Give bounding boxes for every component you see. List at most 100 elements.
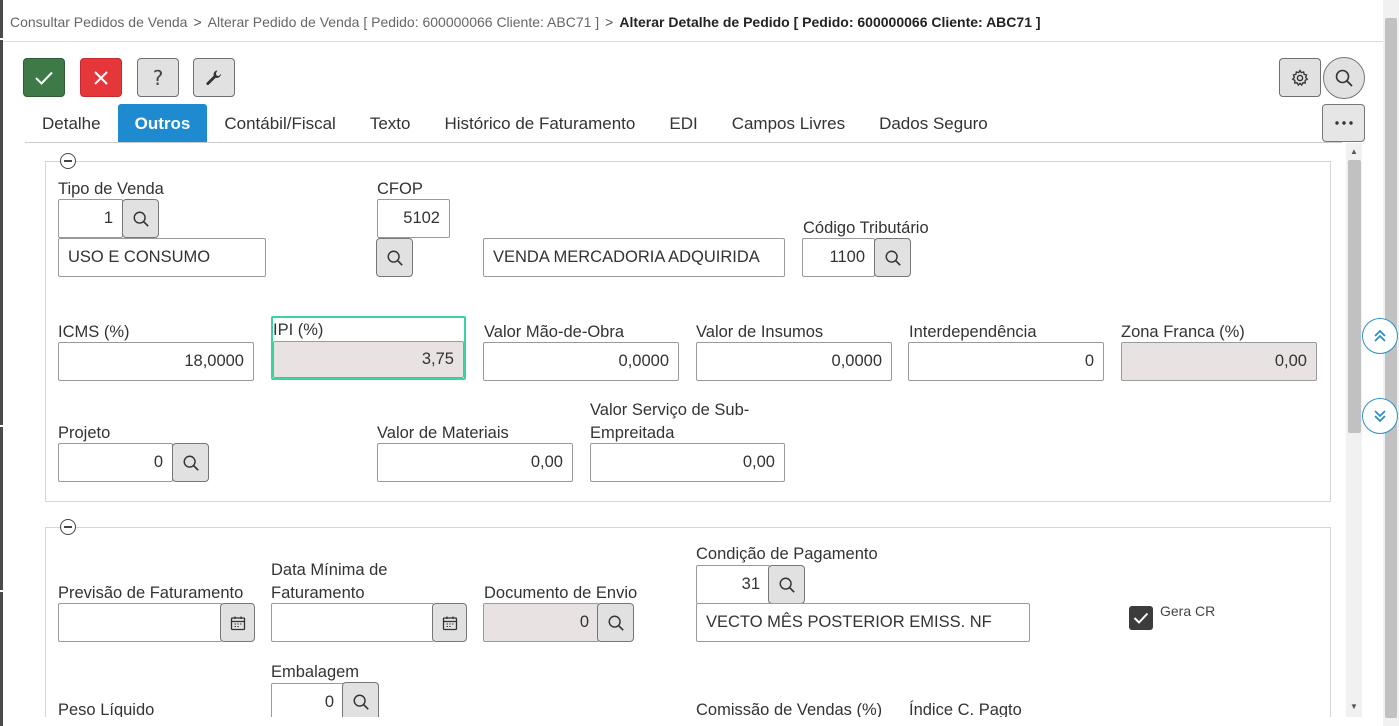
bottom-clip [3, 717, 1346, 726]
tipo-venda-description: USO E CONSUMO [58, 238, 266, 277]
valor-insumos-input[interactable]: 0,0000 [696, 342, 892, 381]
search-icon [182, 454, 200, 472]
search-icon [352, 693, 370, 711]
header-divider [3, 41, 1383, 42]
gera-cr-label: Gera CR [1160, 603, 1216, 619]
embalagem-search-button[interactable] [342, 682, 379, 721]
documento-envio-input: 0 [483, 603, 599, 642]
interdependencia-label: Interdependência [909, 323, 1037, 341]
scroll-up-icon[interactable]: ▲ [1346, 145, 1362, 159]
scroll-down-icon[interactable]: ▼ [1346, 700, 1362, 714]
ipi-input[interactable]: 3,75 [273, 341, 464, 378]
double-chevron-down-icon [1373, 409, 1387, 423]
tab-contabil-fiscal[interactable]: Contábil/Fiscal [207, 104, 353, 142]
collapse-section-icon[interactable] [60, 519, 76, 535]
tipo-venda-search-button[interactable] [122, 199, 159, 238]
condicao-pagamento-description: VECTO MÊS POSTERIOR EMISS. NF [696, 603, 1030, 642]
search-icon [132, 210, 150, 228]
condicao-pagamento-search-button[interactable] [768, 565, 805, 604]
tab-divider [25, 142, 1342, 143]
page-scrollbar-thumb[interactable] [1385, 18, 1397, 718]
gear-icon [1291, 68, 1309, 87]
tab-historico-faturamento[interactable]: Histórico de Faturamento [427, 104, 652, 142]
tipo-venda-input[interactable]: 1 [58, 199, 123, 238]
cfop-description: VENDA MERCADORIA ADQUIRIDA [483, 238, 785, 277]
help-button[interactable]: ? [137, 58, 179, 97]
cfop-search-button[interactable] [376, 238, 413, 277]
collapse-section-icon[interactable] [60, 153, 76, 169]
confirm-button[interactable] [23, 58, 65, 97]
double-chevron-up-icon [1373, 329, 1387, 343]
valor-insumos-label: Valor de Insumos [696, 323, 824, 341]
data-minima-input[interactable] [271, 603, 434, 642]
settings-button[interactable] [1279, 58, 1321, 97]
previsao-faturamento-label: Previsão de Faturamento [58, 584, 244, 602]
tab-dados-seguro[interactable]: Dados Seguro [862, 104, 1005, 142]
close-icon [94, 70, 108, 85]
valor-servico-label: Valor Serviço de Sub-Empreitada [590, 401, 750, 442]
interdependencia-input[interactable]: 0 [908, 342, 1104, 381]
codigo-tributario-search-button[interactable] [874, 238, 911, 277]
breadcrumb-current: Alterar Detalhe de Pedido [ Pedido: 6000… [619, 14, 1041, 30]
breadcrumb-separator: > [193, 14, 202, 30]
embalagem-label: Embalagem [271, 663, 360, 681]
tab-detalhe[interactable]: Detalhe [25, 104, 118, 142]
codigo-tributario-input[interactable]: 1100 [802, 238, 875, 277]
breadcrumb-separator: > [605, 14, 614, 30]
content-scrollbar-thumb[interactable] [1348, 160, 1361, 433]
valor-materiais-label: Valor de Materiais [377, 424, 509, 442]
zona-franca-input: 0,00 [1121, 342, 1317, 381]
search-icon [778, 576, 796, 594]
data-minima-date-button[interactable] [432, 603, 467, 642]
global-search-button[interactable] [1323, 57, 1365, 99]
breadcrumb-link-consultar[interactable]: Consultar Pedidos de Venda [10, 14, 187, 30]
icms-input[interactable]: 18,0000 [58, 342, 254, 381]
tab-campos-livres[interactable]: Campos Livres [715, 104, 862, 142]
documento-envio-label: Documento de Envio [484, 584, 638, 602]
check-icon [34, 70, 54, 86]
search-icon [386, 249, 404, 267]
valor-servico-input[interactable]: 0,00 [590, 443, 785, 482]
projeto-input[interactable]: 0 [58, 443, 173, 482]
tools-button[interactable] [193, 58, 235, 97]
scroll-to-bottom-button[interactable] [1362, 398, 1398, 434]
search-icon [884, 249, 902, 267]
projeto-label: Projeto [58, 424, 111, 442]
previsao-faturamento-date-button[interactable] [220, 603, 255, 642]
tab-bar: Detalhe Outros Contábil/Fiscal Texto His… [25, 104, 1005, 142]
valor-materiais-input[interactable]: 0,00 [377, 443, 573, 482]
check-icon [1133, 612, 1149, 624]
previsao-faturamento-input[interactable] [58, 603, 222, 642]
tab-outros[interactable]: Outros [117, 104, 208, 142]
condicao-pagamento-label: Condição de Pagamento [696, 545, 878, 563]
breadcrumb: Consultar Pedidos de Venda > Alterar Pedid… [10, 14, 1041, 30]
calendar-icon [442, 615, 458, 631]
valor-mao-obra-label: Valor Mão-de-Obra [484, 323, 625, 341]
tab-edi[interactable]: EDI [652, 104, 714, 142]
more-tabs-button[interactable] [1322, 104, 1365, 142]
wrench-icon [205, 69, 223, 87]
documento-envio-search-button[interactable] [597, 603, 634, 642]
icms-label: ICMS (%) [58, 323, 130, 341]
tipo-venda-label: Tipo de Venda [58, 180, 164, 198]
cfop-label: CFOP [377, 180, 423, 198]
zona-franca-label: Zona Franca (%) [1121, 323, 1245, 341]
more-horizontal-icon [1334, 121, 1353, 125]
search-icon [1334, 68, 1354, 88]
gera-cr-checkbox[interactable] [1129, 606, 1153, 630]
window-left-edge [0, 0, 3, 726]
condicao-pagamento-input[interactable]: 31 [696, 565, 770, 604]
scroll-to-top-button[interactable] [1362, 318, 1398, 354]
cfop-input[interactable]: 5102 [377, 199, 450, 238]
codigo-tributario-label: Código Tributário [803, 219, 929, 237]
data-minima-label: Data Mínima de Faturamento [271, 561, 388, 602]
projeto-search-button[interactable] [172, 443, 209, 482]
valor-mao-obra-input[interactable]: 0,0000 [483, 342, 679, 381]
calendar-icon [230, 615, 246, 631]
cancel-button[interactable] [80, 58, 122, 97]
breadcrumb-link-alterar-pedido[interactable]: Alterar Pedido de Venda [ Pedido: 600000… [208, 14, 600, 30]
help-icon: ? [152, 65, 164, 90]
tab-texto[interactable]: Texto [353, 104, 428, 142]
search-icon [607, 614, 625, 632]
ipi-label: IPI (%) [273, 321, 324, 339]
